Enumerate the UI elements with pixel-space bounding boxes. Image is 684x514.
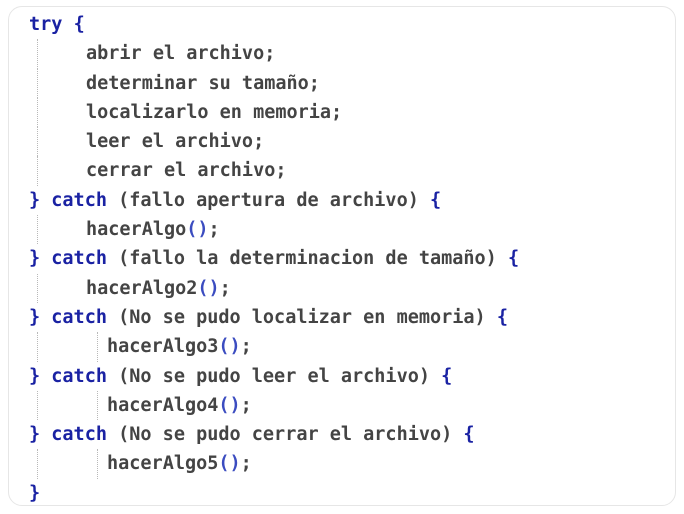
code-line-try-body-4: leer el archivo; <box>29 127 519 157</box>
semicolon: ; <box>219 277 231 299</box>
indent-guide <box>37 332 38 362</box>
indent-guide <box>37 156 38 186</box>
call-parens: () <box>197 277 220 299</box>
call-parens: () <box>218 453 241 475</box>
close-brace: } <box>29 424 41 446</box>
code-line-handler-3: hacerAlgo3(); <box>29 332 519 362</box>
close-brace: } <box>29 482 41 504</box>
code-line-try-body-2: determinar su tamaño; <box>29 68 519 98</box>
indent-guide <box>97 449 98 479</box>
catch-keyword: catch <box>51 306 107 328</box>
catch-condition: (No se pudo cerrar el archivo) <box>118 424 453 446</box>
code-line-catch-3: } catch (No se pudo localizar en memoria… <box>29 303 519 332</box>
open-brace: { <box>507 248 520 270</box>
statement: cerrar el archivo; <box>86 160 287 182</box>
open-brace: { <box>496 306 508 328</box>
semicolon: ; <box>240 394 252 416</box>
close-brace: } <box>29 306 41 328</box>
open-brace: { <box>430 189 442 211</box>
code-line-try: try { <box>29 10 519 39</box>
semicolon: ; <box>240 453 252 475</box>
code-line-handler-2: hacerAlgo2(); <box>29 273 519 303</box>
indent-guide <box>37 215 38 245</box>
catch-condition: (No se pudo localizar en memoria) <box>118 306 486 328</box>
code-line-handler-5: hacerAlgo5(); <box>29 449 519 479</box>
catch-keyword: catch <box>51 365 107 387</box>
handler-name: hacerAlgo2 <box>86 277 198 299</box>
indent-guide <box>37 273 38 303</box>
indent-guide <box>37 449 38 479</box>
indent-guide <box>37 39 38 69</box>
code-line-catch-5: } catch (No se pudo cerrar el archivo) { <box>29 420 519 449</box>
code-line-catch-4: } catch (No se pudo leer el archivo) { <box>29 362 519 391</box>
close-brace: } <box>29 365 41 387</box>
catch-condition: (fallo la determinacion de tamaño) <box>118 248 497 270</box>
indent-guide <box>97 390 98 421</box>
open-brace: { <box>463 424 475 446</box>
statement: localizarlo en memoria; <box>86 101 343 123</box>
code-line-handler-4: hacerAlgo4(); <box>29 390 519 421</box>
semicolon: ; <box>208 219 220 241</box>
code-line-catch-1: } catch (fallo apertura de archivo) { <box>29 186 519 215</box>
semicolon: ; <box>240 336 252 358</box>
code-panel: try { abrir el archivo; determinar su ta… <box>8 6 676 506</box>
code-line-try-body-1: abrir el archivo; <box>29 39 519 69</box>
statement: abrir el archivo; <box>86 43 276 65</box>
catch-condition: (fallo apertura de archivo) <box>118 189 419 211</box>
indent-guide <box>37 97 38 128</box>
code-line-handler-1: hacerAlgo(); <box>29 215 519 245</box>
code-line-end: } <box>29 479 519 508</box>
call-parens: () <box>218 394 241 416</box>
code-line-try-body-5: cerrar el archivo; <box>29 156 519 186</box>
handler-name: hacerAlgo5 <box>107 453 219 475</box>
indent-guide <box>37 127 38 157</box>
call-parens: () <box>186 219 209 241</box>
catch-keyword: catch <box>51 424 107 446</box>
code-line-try-body-3: localizarlo en memoria; <box>29 97 519 128</box>
indent-guide <box>37 390 38 421</box>
catch-condition: (No se pudo leer el archivo) <box>118 365 430 387</box>
indent-guide <box>97 332 98 362</box>
catch-keyword: catch <box>51 189 107 211</box>
open-brace: { <box>73 14 85 35</box>
call-parens: () <box>218 336 241 358</box>
handler-name: hacerAlgo <box>86 219 187 241</box>
statement: leer el archivo; <box>86 131 265 153</box>
open-brace: { <box>441 365 453 387</box>
handler-name: hacerAlgo3 <box>107 336 219 358</box>
code-block: try { abrir el archivo; determinar su ta… <box>29 10 519 508</box>
try-keyword: try <box>29 14 63 35</box>
catch-keyword: catch <box>51 248 107 270</box>
code-line-catch-2: } catch (fallo la determinacion de tamañ… <box>29 244 519 273</box>
close-brace: } <box>29 189 41 211</box>
indent-guide <box>37 68 38 98</box>
handler-name: hacerAlgo4 <box>107 394 219 416</box>
close-brace: } <box>29 248 41 270</box>
statement: determinar su tamaño; <box>86 72 320 94</box>
